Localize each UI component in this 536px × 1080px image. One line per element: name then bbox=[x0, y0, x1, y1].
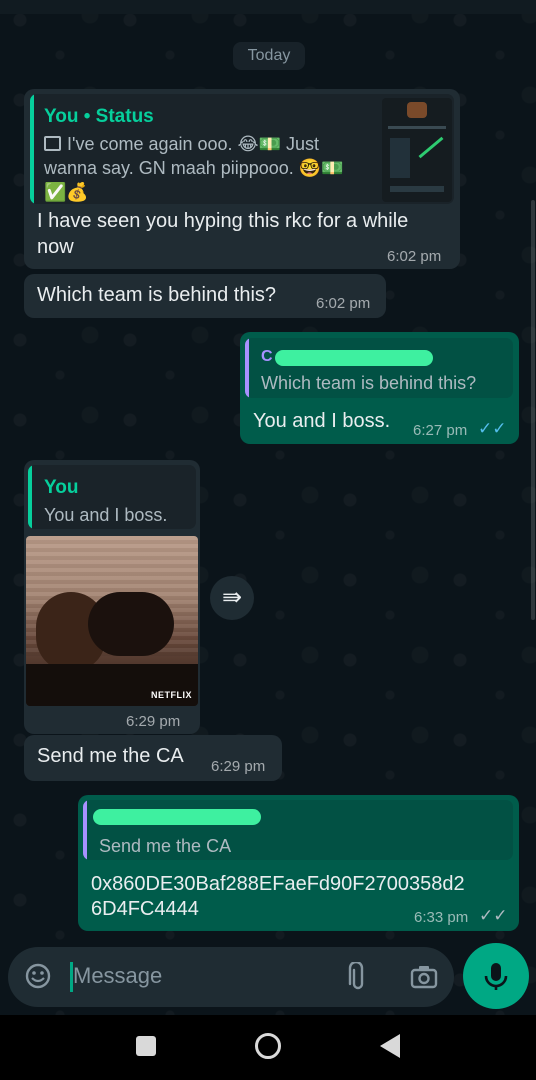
message-time: 6:33 pm bbox=[414, 909, 469, 926]
read-ticks-icon: ✓✓ bbox=[478, 419, 507, 438]
message-text: Send me the CA bbox=[37, 745, 184, 767]
microphone-icon bbox=[484, 963, 508, 990]
message-text: now bbox=[37, 236, 74, 258]
quoted-message[interactable]: You You and I boss. bbox=[28, 465, 196, 529]
quoted-status[interactable]: You • Status I've come again ooo. 😂💵 Jus… bbox=[30, 94, 454, 204]
message-text: 6D4FC4444 bbox=[91, 898, 199, 920]
paperclip-icon[interactable] bbox=[346, 960, 370, 992]
message-time: 6:02 pm bbox=[387, 248, 442, 265]
quote-text: Which team is behind this? bbox=[261, 373, 477, 393]
message-bubble-incoming[interactable]: Send me the CA 6:29 pm bbox=[24, 735, 282, 781]
quoted-message[interactable]: Send me the CA bbox=[83, 800, 513, 860]
scrollbar[interactable] bbox=[531, 200, 535, 620]
redaction-mark bbox=[275, 350, 433, 366]
quote-author: You bbox=[44, 477, 79, 498]
recents-square-icon[interactable] bbox=[136, 1036, 156, 1056]
message-bubble-incoming[interactable]: You • Status I've come again ooo. 😂💵 Jus… bbox=[24, 89, 460, 269]
message-time: 6:29 pm bbox=[126, 713, 181, 730]
sticker-icon[interactable] bbox=[24, 962, 52, 990]
date-separator: Today bbox=[233, 42, 305, 70]
quote-text: You and I boss. bbox=[44, 505, 168, 525]
top-bar-edge bbox=[0, 0, 536, 14]
back-triangle-icon[interactable] bbox=[380, 1034, 400, 1058]
message-time: 6:02 pm bbox=[316, 295, 371, 312]
quoted-message[interactable]: C Which team is behind this? bbox=[245, 338, 513, 398]
message-text: 0x860DE30Baf288EFaeFd90F2700358d2 bbox=[91, 873, 465, 895]
message-text: You and I boss. bbox=[253, 410, 391, 432]
quote-text-line: I've come again ooo. 😂💵 Just bbox=[44, 132, 319, 156]
delivered-ticks-icon: ✓✓ bbox=[479, 906, 508, 925]
quote-author: You • Status bbox=[44, 106, 154, 127]
message-bubble-outgoing[interactable]: C Which team is behind this? You and I b… bbox=[240, 332, 519, 444]
gif-image[interactable]: NETFLIX bbox=[26, 536, 198, 706]
quote-text-line: ✅💰 bbox=[44, 182, 89, 202]
message-bubble-outgoing[interactable]: Send me the CA 0x860DE30Baf288EFaeFd90F2… bbox=[78, 795, 519, 931]
quote-author: C bbox=[261, 348, 273, 365]
redaction-mark bbox=[93, 809, 261, 825]
message-time: 6:29 pm bbox=[211, 758, 266, 775]
message-time: 6:27 pm bbox=[413, 422, 468, 439]
image-icon bbox=[44, 136, 61, 151]
quote-bar bbox=[83, 800, 87, 860]
camera-icon[interactable] bbox=[409, 963, 439, 991]
forward-icon[interactable]: ⇛ bbox=[210, 576, 254, 620]
message-input[interactable]: Message bbox=[73, 963, 162, 989]
quote-bar bbox=[245, 338, 249, 398]
message-bubble-incoming[interactable]: Which team is behind this? 6:02 pm bbox=[24, 274, 386, 318]
quote-text: Send me the CA bbox=[99, 836, 232, 856]
quote-bar bbox=[28, 465, 32, 529]
netflix-badge: NETFLIX bbox=[151, 690, 192, 700]
message-text: I have seen you hyping this rkc for a wh… bbox=[37, 210, 409, 232]
message-text: Which team is behind this? bbox=[37, 284, 277, 306]
quote-text-line: wanna say. GN maah piippooo. 🤓💵 bbox=[44, 158, 344, 178]
quote-bar bbox=[30, 94, 34, 204]
voice-record-button[interactable] bbox=[463, 943, 529, 1009]
status-thumbnail[interactable] bbox=[382, 98, 452, 202]
home-circle-icon[interactable] bbox=[255, 1033, 281, 1059]
message-bubble-incoming[interactable]: You You and I boss. NETFLIX 6:29 pm bbox=[24, 460, 200, 734]
